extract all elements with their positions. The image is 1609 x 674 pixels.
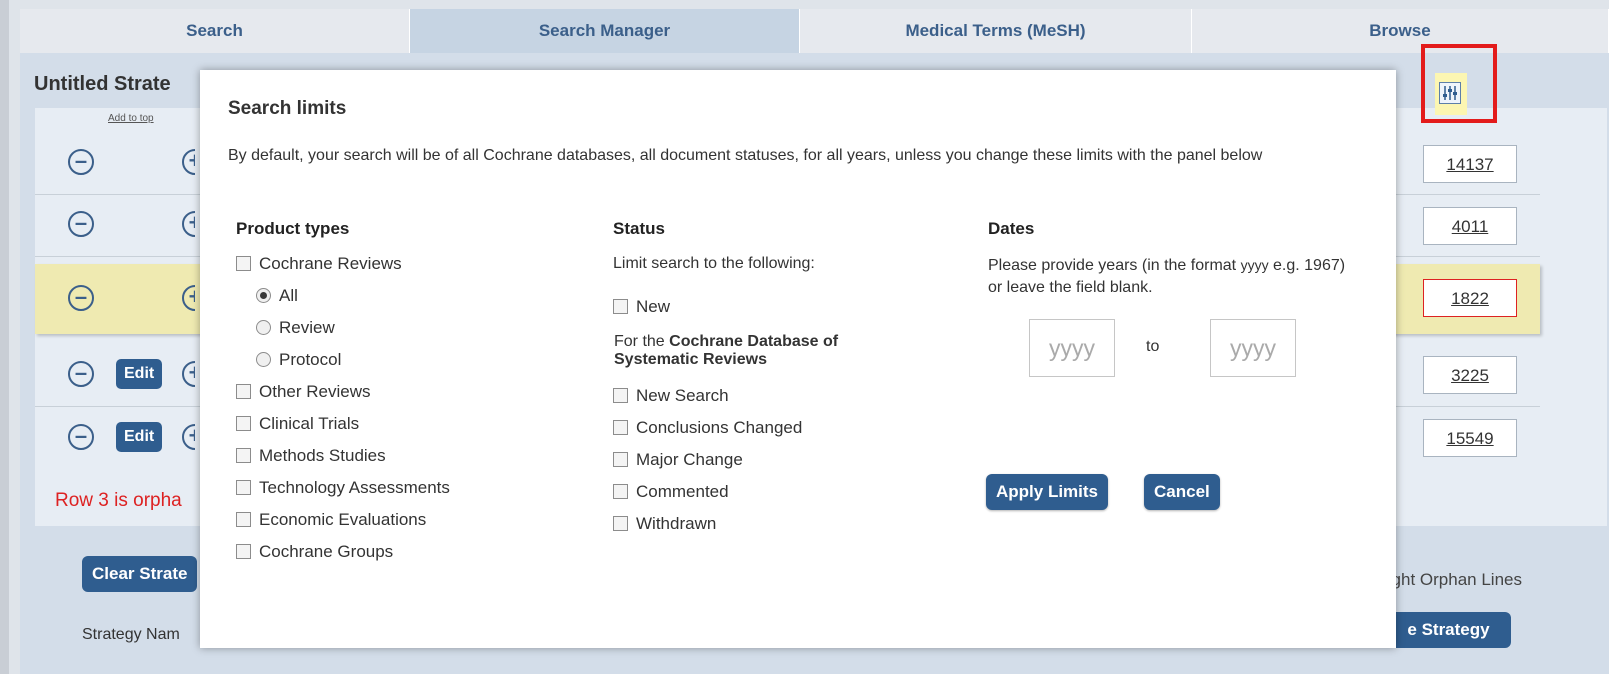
red-annotation-box [1421, 44, 1497, 123]
main-tabs: Search Search Manager Medical Terms (MeS… [20, 9, 1609, 53]
technology-assessments-option[interactable]: Technology Assessments [236, 477, 450, 499]
clinical-trials-option[interactable]: Clinical Trials [236, 413, 359, 435]
apply-limits-button[interactable]: Apply Limits [986, 474, 1109, 510]
option-label: Protocol [279, 350, 342, 369]
row-count-link[interactable]: 1822 [1423, 279, 1517, 317]
dialog-description: By default, your search will be of all C… [228, 147, 1263, 164]
checkbox[interactable] [613, 452, 628, 467]
strategy-title: Untitled Strate [34, 73, 171, 95]
checkbox[interactable] [613, 388, 628, 403]
checkbox[interactable] [236, 448, 251, 463]
edit-row-button[interactable]: Edit [116, 359, 163, 389]
status-new-option[interactable]: New [613, 296, 670, 318]
option-label: All [279, 286, 298, 305]
cancel-button[interactable]: Cancel [1144, 474, 1220, 510]
tab-medical-terms[interactable]: Medical Terms (MeSH) [800, 9, 1192, 53]
to-year-input[interactable]: yyyy [1210, 319, 1296, 377]
row-count-link[interactable]: 3225 [1423, 356, 1517, 394]
methods-studies-option[interactable]: Methods Studies [236, 445, 386, 467]
radio-button[interactable] [256, 352, 271, 367]
dates-hint: Please provide years (in the format yyyy… [988, 254, 1348, 299]
option-label: Cochrane Reviews [259, 254, 402, 273]
option-label: Withdrawn [636, 514, 717, 533]
row-count-link[interactable]: 14137 [1423, 145, 1517, 183]
checkbox[interactable] [236, 544, 251, 559]
cdsr-prefix: For the [614, 333, 670, 350]
window-left-edge [0, 0, 9, 674]
remove-row-minus-icon[interactable]: – [68, 211, 94, 237]
option-label: Review [279, 318, 335, 337]
dates-hint-format: yyyy [1240, 257, 1269, 273]
status-heading: Status [613, 219, 665, 238]
checkbox[interactable] [613, 484, 628, 499]
tab-browse[interactable]: Browse [1192, 9, 1609, 53]
radio-button[interactable] [256, 320, 271, 335]
dialog-title: Search limits [228, 98, 347, 119]
dates-hint-prefix: Please provide years (in the format [988, 257, 1241, 274]
checkbox[interactable] [613, 516, 628, 531]
option-label: New Search [636, 386, 729, 405]
radio-protocol-option[interactable]: Protocol [256, 349, 341, 371]
checkbox[interactable] [236, 512, 251, 527]
option-label: Cochrane Groups [259, 542, 394, 561]
product-types-heading: Product types [236, 219, 350, 238]
option-label: New [636, 297, 671, 316]
search-limits-dialog: Search limits By default, your search wi… [200, 70, 1396, 648]
edit-row-button[interactable]: Edit [116, 422, 163, 452]
add-to-top-link[interactable]: Add to top [108, 113, 154, 124]
tab-search[interactable]: Search [20, 9, 410, 53]
option-label: Major Change [636, 450, 743, 469]
tab-search-manager[interactable]: Search Manager [410, 9, 800, 53]
new-search-option[interactable]: New Search [613, 385, 729, 407]
other-reviews-option[interactable]: Other Reviews [236, 381, 370, 403]
save-strategy-button[interactable]: e Strategy [1386, 612, 1511, 648]
cochrane-groups-option[interactable]: Cochrane Groups [236, 541, 393, 563]
checkbox[interactable] [613, 299, 628, 314]
row-count-link[interactable]: 15549 [1423, 419, 1517, 457]
dates-heading: Dates [988, 219, 1035, 238]
to-label: to [1146, 338, 1160, 355]
remove-row-minus-icon[interactable]: – [68, 149, 94, 175]
option-label: Methods Studies [259, 446, 386, 465]
highlight-orphan-lines-label[interactable]: light Orphan Lines [1384, 570, 1522, 590]
radio-all-option[interactable]: All [256, 285, 298, 307]
checkbox[interactable] [236, 416, 251, 431]
strategy-name-label: Strategy Nam [82, 626, 180, 643]
option-label: Conclusions Changed [636, 418, 803, 437]
option-label: Other Reviews [259, 382, 371, 401]
remove-row-minus-icon[interactable]: – [68, 285, 94, 311]
option-label: Commented [636, 482, 729, 501]
checkbox[interactable] [236, 256, 251, 271]
row-count-link[interactable]: 4011 [1423, 207, 1517, 245]
orphan-warning-message: Row 3 is orpha [55, 490, 182, 511]
checkbox[interactable] [236, 384, 251, 399]
option-label: Economic Evaluations [259, 510, 427, 529]
clear-strategy-button[interactable]: Clear Strate [82, 556, 198, 592]
economic-evaluations-option[interactable]: Economic Evaluations [236, 509, 426, 531]
conclusions-changed-option[interactable]: Conclusions Changed [613, 417, 802, 439]
radio-review-option[interactable]: Review [256, 317, 335, 339]
checkbox[interactable] [613, 420, 628, 435]
status-limit-text: Limit search to the following: [613, 255, 815, 272]
remove-row-minus-icon[interactable]: – [68, 424, 94, 450]
withdrawn-option[interactable]: Withdrawn [613, 513, 716, 535]
radio-button[interactable] [256, 288, 271, 303]
checkbox[interactable] [236, 480, 251, 495]
remove-row-minus-icon[interactable]: – [68, 361, 94, 387]
major-change-option[interactable]: Major Change [613, 449, 743, 471]
option-label: Clinical Trials [259, 414, 360, 433]
option-label: Technology Assessments [259, 478, 450, 497]
commented-option[interactable]: Commented [613, 481, 729, 503]
from-year-input[interactable]: yyyy [1029, 319, 1115, 377]
cdsr-label: For the Cochrane Database of Systematic … [614, 333, 914, 369]
cochrane-reviews-option[interactable]: Cochrane Reviews [236, 253, 402, 275]
